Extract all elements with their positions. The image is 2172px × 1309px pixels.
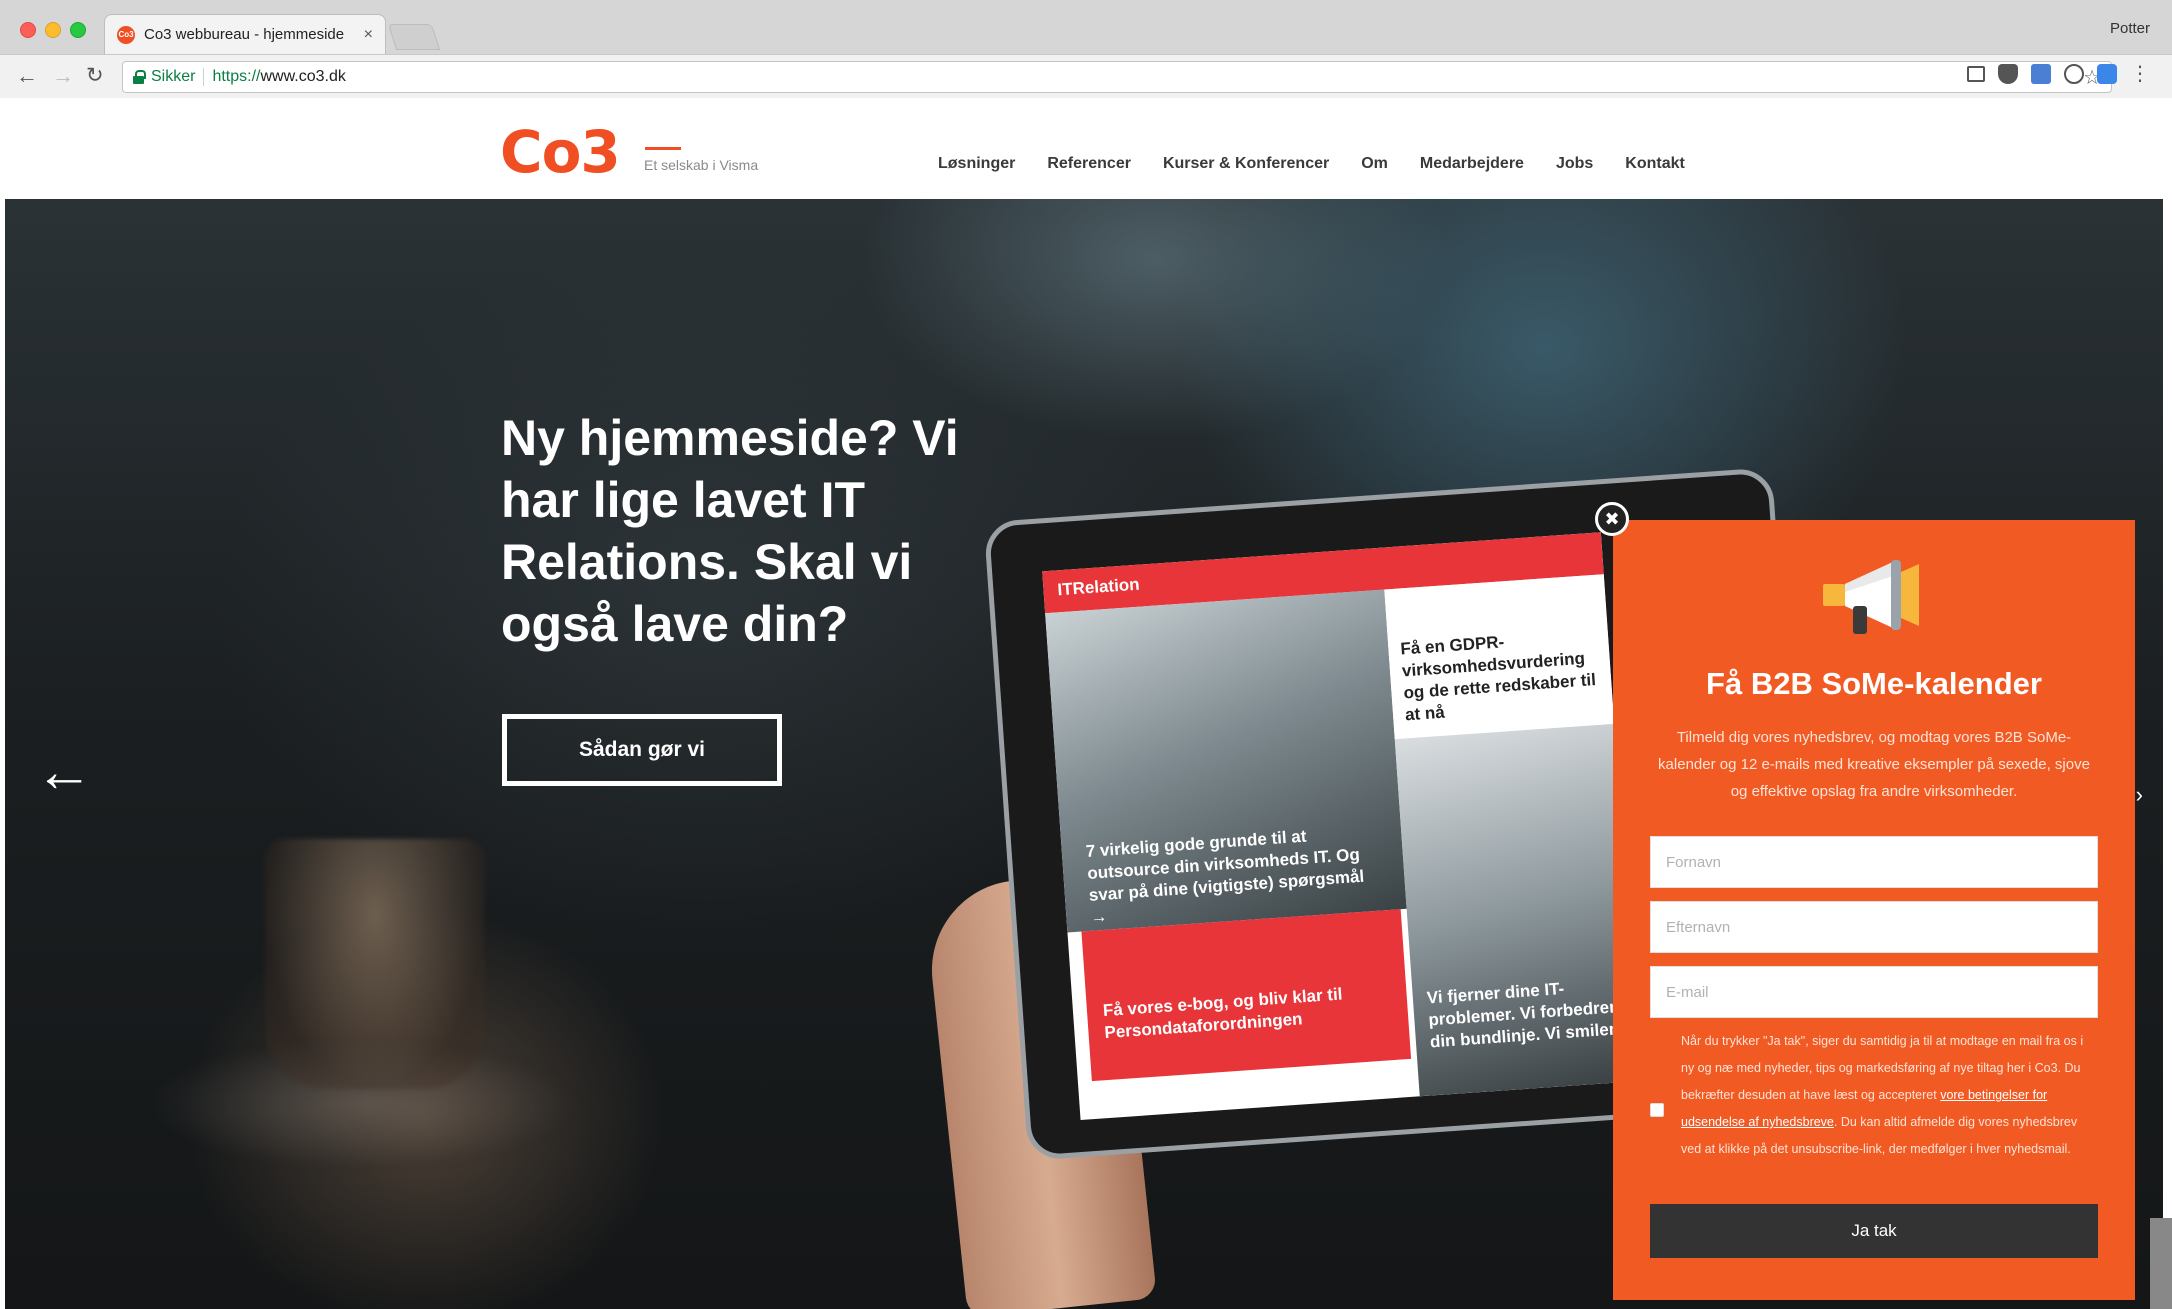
submit-button[interactable]: Ja tak [1650, 1204, 2098, 1258]
logo-accent-line [645, 147, 681, 150]
megaphone-icon [1823, 560, 1919, 634]
email-field[interactable] [1650, 966, 2098, 1018]
translate-icon[interactable] [2031, 64, 2051, 84]
tablet-site-logo: ITRelation [1056, 574, 1141, 600]
url-host: www.co3.dk [260, 68, 346, 85]
cast-icon[interactable] [2097, 64, 2117, 84]
co3-logo[interactable]: Co3 [500, 118, 621, 186]
tablet-screen: ITRelation 7 virkelig gode grunde til at… [1042, 532, 1640, 1121]
menu-dots-icon[interactable]: ⋮ [2130, 64, 2150, 84]
popup-description: Tilmeld dig vores nyhedsbrev, og modtag … [1658, 729, 2090, 800]
tablet-gdpr-card: Få en GDPR-virksomhedsvurdering og de re… [1384, 574, 1615, 740]
popup-close-button[interactable]: ✖ [1595, 502, 1629, 536]
nav-item-losninger[interactable]: Løsninger [938, 155, 1015, 173]
tab-strip: Co3 Co3 webbureau - hjemmeside × Potter [0, 0, 2172, 54]
tablet-photo-people: Vi fjerner dine IT-problemer. Vi forbedr… [1394, 723, 1640, 1097]
browser-tab-active[interactable]: Co3 Co3 webbureau - hjemmeside × [104, 14, 386, 54]
nav-item-kontakt[interactable]: Kontakt [1625, 155, 1685, 173]
popup-title: Få B2B SoMe-kalender [1706, 666, 2042, 701]
maximize-window-button[interactable] [70, 22, 86, 38]
site-header: Co3 Et selskab i Visma Løsninger Referen… [5, 98, 2163, 199]
first-name-field[interactable] [1650, 836, 2098, 888]
newsletter-popup: Få B2B SoMe-kalender Tilmeld dig vores n… [1613, 520, 2135, 1300]
minimize-window-button[interactable] [45, 22, 61, 38]
slider-prev-arrow-icon[interactable]: ← [35, 743, 93, 802]
tablet-ebook-card: Få vores e-bog, og bliv klar til Persond… [1081, 909, 1412, 1082]
nav-item-kurser[interactable]: Kurser & Konferencer [1163, 155, 1329, 173]
logo-tagline: Et selskab i Visma [644, 157, 759, 173]
secure-label: Sikker [151, 68, 196, 85]
profile-name[interactable]: Potter [2110, 20, 2150, 37]
consent-checkbox[interactable] [1650, 1103, 1664, 1117]
tab-title: Co3 webbureau - hjemmeside [144, 26, 345, 43]
tab-close-icon[interactable]: × [364, 26, 373, 44]
slider-next-arrow-icon[interactable]: › [2136, 782, 2143, 808]
co3-favicon-icon: Co3 [117, 25, 135, 44]
hero-headline: Ny hjemmeside? Vi har lige lavet IT Rela… [501, 410, 959, 652]
back-arrow-icon[interactable]: ← [16, 63, 38, 89]
extension-bar: ⋮ [1967, 64, 2150, 84]
nav-item-medarbejdere[interactable]: Medarbejdere [1420, 155, 1524, 173]
browser-chrome: Co3 Co3 webbureau - hjemmeside × Potter … [0, 0, 2172, 98]
tablet-photo-office: 7 virkelig gode grunde til at outsource … [1045, 589, 1407, 933]
tablet-photo1-caption: 7 virkelig gode grunde til at outsource … [1085, 826, 1365, 927]
tablet-gdpr-title: Få en GDPR-virksomhedsvurdering og de re… [1399, 632, 1597, 725]
nav-item-om[interactable]: Om [1361, 155, 1388, 173]
hero-background-cup [265, 839, 485, 1089]
consent-text: Når du trykker "Ja tak", siger du samtid… [1681, 1028, 2099, 1163]
browser-toolbar: ← → ↻ Sikker https:// www.co3.dk ☆ [0, 54, 2172, 98]
tablet-ebook-title: Få vores e-bog, og bliv klar til Persond… [1102, 984, 1344, 1043]
screenshot-icon[interactable] [1967, 66, 1985, 82]
tablet-photo2-caption: Vi fjerner dine IT-problemer. Vi forbedr… [1426, 978, 1620, 1052]
ghostery-icon[interactable] [2064, 64, 2084, 84]
main-navigation: Løsninger Referencer Kurser & Konference… [938, 155, 1685, 173]
reload-icon[interactable]: ↻ [86, 63, 104, 89]
side-feedback-tab[interactable] [2150, 1218, 2172, 1309]
pocket-icon[interactable] [1998, 64, 2018, 84]
last-name-field[interactable] [1650, 901, 2098, 953]
address-bar[interactable]: Sikker https:// www.co3.dk ☆ [122, 61, 2112, 93]
hero-cta-button[interactable]: Sådan gør vi [502, 714, 782, 786]
close-window-button[interactable] [20, 22, 36, 38]
new-tab-button[interactable] [387, 24, 441, 50]
url-protocol: https:// [212, 68, 261, 85]
nav-item-referencer[interactable]: Referencer [1047, 155, 1131, 173]
nav-item-jobs[interactable]: Jobs [1556, 155, 1593, 173]
lock-icon [133, 70, 146, 84]
forward-arrow-icon[interactable]: → [52, 63, 74, 89]
url-separator [203, 68, 205, 86]
